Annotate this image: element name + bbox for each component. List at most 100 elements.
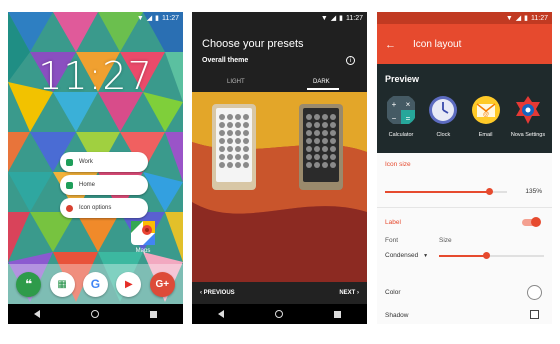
preset-app-dot — [235, 130, 241, 136]
preset-app-dot — [219, 122, 225, 128]
preset-app-dot — [322, 154, 328, 160]
color-label: Color — [385, 289, 401, 296]
icon-layout-phone: ▼ ◢ ▮ 11:27 ← Icon layout Preview + × − … — [377, 12, 552, 324]
preset-app-dot — [322, 146, 328, 152]
home-icon[interactable] — [274, 310, 283, 318]
preview-app-email: @ Email — [466, 94, 506, 138]
preset-dark[interactable] — [299, 104, 343, 190]
preset-app-dot — [306, 130, 312, 136]
back-icon[interactable] — [217, 310, 224, 318]
preset-app-dot — [330, 114, 336, 120]
battery-icon: ▮ — [339, 14, 343, 22]
shadow-checkbox[interactable] — [530, 310, 539, 319]
settings-list: Icon size 135% Label Font Size Condensed… — [377, 153, 552, 324]
maps-label: Maps — [135, 248, 151, 254]
nav-bar — [192, 304, 367, 324]
icon-preview-panel: Preview + × − = Calculator Clock @ Email… — [377, 64, 552, 153]
label-size-slider[interactable] — [439, 252, 544, 259]
svg-text:=: = — [406, 114, 411, 123]
shortcut-label: Icon options — [79, 205, 112, 211]
google-icon[interactable]: G — [82, 271, 108, 297]
svg-text:×: × — [406, 100, 411, 109]
font-dropdown[interactable]: Condensed ▼ — [385, 252, 428, 259]
wifi-icon: ▼ — [136, 14, 144, 22]
previous-button[interactable]: ‹ PREVIOUS — [200, 290, 235, 296]
preset-app-dot — [243, 138, 249, 144]
slider-fill — [439, 255, 487, 257]
preset-app-dot — [306, 146, 312, 152]
preset-app-dot — [306, 122, 312, 128]
preset-app-dot — [227, 138, 233, 144]
preset-app-dot — [219, 162, 225, 168]
icon-size-slider[interactable] — [385, 188, 507, 195]
preview-app-label: Clock — [436, 132, 451, 138]
preset-app-dot — [243, 130, 249, 136]
preset-app-dot — [243, 162, 249, 168]
app-bar: ▼ ◢ ▮ 11:27 ← Icon layout — [377, 12, 552, 64]
font-dropdown-value: Condensed — [385, 252, 419, 259]
preset-app-dot — [330, 122, 336, 128]
nav-bar — [8, 304, 183, 324]
hangouts-icon[interactable]: ❝ — [16, 271, 42, 297]
maps-icon[interactable] — [130, 220, 156, 246]
recents-icon[interactable] — [150, 310, 158, 318]
dropdown-arrow-icon: ▼ — [423, 253, 429, 259]
slider-thumb[interactable] — [486, 188, 494, 195]
preset-app-dot — [322, 138, 328, 144]
sheets-icon[interactable]: ▦ — [49, 271, 75, 297]
clock-widget[interactable]: 11:27 — [8, 54, 183, 98]
tab-dark[interactable]: DARK — [313, 79, 330, 85]
status-time: 11:27 — [162, 14, 179, 22]
home-screen-phone: ▼ ◢ ▮ 11:27 11:27 Work Home Icon options… — [8, 12, 183, 324]
preview-app-calculator: + × − = Calculator — [381, 94, 421, 138]
home-icon[interactable] — [90, 310, 99, 318]
preset-app-dot — [219, 130, 225, 136]
divider — [377, 207, 552, 208]
preset-app-dot — [306, 114, 312, 120]
status-bar: ▼ ◢ ▮ 11:27 — [377, 12, 552, 24]
label-heading: Label — [385, 219, 401, 226]
preset-app-dot — [227, 122, 233, 128]
signal-icon: ◢ — [330, 14, 337, 22]
preset-app-dot — [227, 162, 233, 168]
shortcut-home[interactable]: Home — [60, 175, 148, 195]
back-arrow-icon[interactable]: ← — [385, 39, 396, 51]
color-swatch[interactable] — [527, 285, 542, 300]
toggle-thumb — [531, 217, 541, 227]
status-bar: ▼ ◢ ▮ 11:27 — [8, 12, 183, 24]
youtube-icon[interactable]: ▶ — [116, 271, 142, 297]
page-title: Icon layout — [413, 39, 462, 50]
preset-app-dot — [330, 138, 336, 144]
preset-app-dot — [219, 146, 225, 152]
icon-size-heading: Icon size — [385, 161, 411, 168]
slider-fill — [385, 191, 490, 193]
next-button[interactable]: NEXT › — [339, 290, 359, 296]
status-time: 11:27 — [346, 14, 363, 22]
email-icon: @ — [471, 96, 500, 124]
tab-light[interactable]: LIGHT — [227, 79, 245, 85]
shortcut-icon-options[interactable]: Icon options — [60, 198, 148, 218]
preset-app-dot — [322, 114, 328, 120]
shortcut-label: Home — [79, 182, 96, 188]
next-label: NEXT — [339, 290, 356, 296]
slider-thumb[interactable] — [482, 252, 490, 259]
recents-icon[interactable] — [334, 310, 342, 318]
preset-app-dot — [330, 154, 336, 160]
preset-app-dot — [227, 154, 233, 160]
back-icon[interactable] — [33, 310, 40, 318]
info-icon[interactable]: i — [346, 56, 355, 65]
google-plus-icon[interactable]: G+ — [149, 271, 175, 297]
shortcut-work[interactable]: Work — [60, 152, 148, 172]
preview-app-label: Nova Settings — [510, 132, 546, 138]
preset-app-dot — [235, 162, 241, 168]
preset-app-dot — [322, 162, 328, 168]
preset-app-dot — [322, 122, 328, 128]
wizard-footer: ‹ PREVIOUS NEXT › — [192, 282, 367, 304]
label-toggle[interactable] — [522, 217, 541, 227]
app-dock: ❝ ▦ G ▶ G+ — [8, 264, 183, 304]
preset-light[interactable] — [212, 104, 256, 190]
preset-app-dot — [243, 122, 249, 128]
preset-app-dot — [227, 146, 233, 152]
status-bar: ▼ ◢ ▮ 11:27 — [192, 12, 367, 24]
preset-app-dot — [235, 114, 241, 120]
